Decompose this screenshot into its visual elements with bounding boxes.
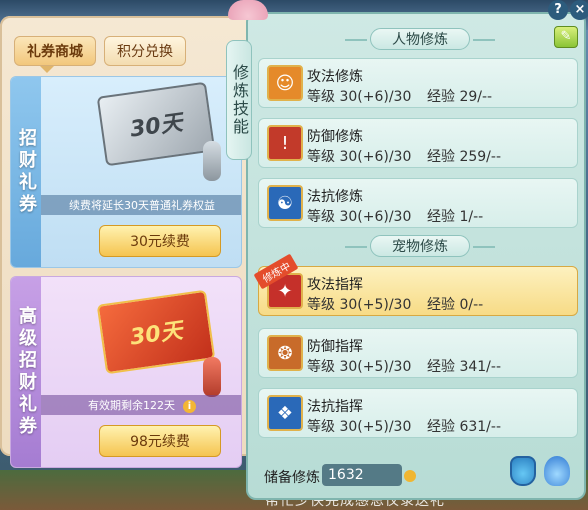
tassel-decoration [203,141,221,181]
defense-shield-icon: ! [267,125,303,161]
close-button[interactable]: × [570,0,588,20]
skill-name: 防御指挥 [307,339,363,355]
coupon-card-premium: 高级招财礼券 30天 有效期剩余122天 i 98元续费 [10,276,242,468]
tab-coupon-shop[interactable]: 礼券商城 [14,36,96,66]
skill-name: 法抗修炼 [307,189,363,205]
section-title-character: 人物修炼 [345,28,495,50]
gold-ticket-image: 30天 [96,289,216,375]
skill-level: 等级 30(+5)/30 [307,297,412,313]
skill-row[interactable]: ☯ 法抗修炼 等级 30(+6)/30 经验 1/-- [258,178,578,228]
renew-button[interactable]: 98元续费 [99,425,221,457]
pet-defense-icon: ❂ [267,335,303,371]
skill-row[interactable]: ✦ 修炼中 攻法指挥 等级 30(+5)/30 经验 0/-- [253,253,578,316]
potion-icon[interactable] [510,456,536,486]
card-side-title: 招财礼券 [16,128,37,216]
active-tab-indicator [40,66,54,73]
skill-name: 攻法修炼 [307,69,363,85]
tassel-decoration [203,357,221,397]
info-icon[interactable]: i [183,400,196,413]
cultivation-skills-tab[interactable]: 修炼技能 [226,40,252,160]
reserve-label: 储备修炼 [264,470,320,486]
reserve-value: 1632 [322,464,402,486]
card-note: 有效期剩余122天 i [41,395,241,415]
skill-exp: 经验 341/-- [427,359,501,375]
vertical-tab-label: 修炼技能 [230,64,249,136]
skill-exp: 经验 29/-- [427,89,493,105]
skill-name: 防御修炼 [307,129,363,145]
flame-icon[interactable] [544,456,570,486]
lock-icon[interactable] [404,470,416,482]
skill-level: 等级 30(+5)/30 [307,419,412,435]
skill-row[interactable]: ❂ 防御指挥 等级 30(+5)/30 经验 341/-- [258,328,578,378]
tab-points-exchange[interactable]: 积分兑换 [104,36,186,66]
skill-name: 法抗指挥 [307,399,363,415]
skill-row[interactable]: ☺ 攻法修炼 等级 30(+6)/30 经验 29/-- [258,58,578,108]
shop-tabs: 礼券商城 积分兑换 [14,36,186,66]
skill-level: 等级 30(+6)/30 [307,149,412,165]
skill-level: 等级 30(+6)/30 [307,209,412,225]
card-side-banner: 高级招财礼券 [11,277,41,467]
coupon-card-basic: 招财礼券 30天 续费将延长30天普通礼券权益 30元续费 [10,76,242,268]
skill-exp: 经验 0/-- [427,297,484,313]
skill-row[interactable]: ! 防御修炼 等级 30(+6)/30 经验 259/-- [258,118,578,168]
pet-resist-icon: ❖ [267,395,303,431]
edit-icon[interactable]: ✎ [554,26,578,48]
gift-coupon-shop-panel: 礼券商城 积分兑换 招财礼券 30天 续费将延长30天普通礼券权益 30元续费 … [0,16,250,468]
lotus-ornament-icon [228,0,268,20]
card-note-text: 有效期剩余122天 [88,399,175,412]
skill-level: 等级 30(+6)/30 [307,89,412,105]
skill-level: 等级 30(+5)/30 [307,359,412,375]
card-note: 续费将延长30天普通礼券权益 [41,195,241,215]
skill-exp: 经验 259/-- [427,149,501,165]
card-side-title: 高级招财礼券 [16,306,37,438]
skill-exp: 经验 1/-- [427,209,484,225]
skill-exp: 经验 631/-- [427,419,501,435]
skill-name: 攻法指挥 [307,277,363,293]
silver-ticket-image: 30天 [96,81,216,167]
section-title-pet: 宠物修炼 [345,235,495,257]
skill-row[interactable]: ❖ 法抗指挥 等级 30(+5)/30 经验 631/-- [258,388,578,438]
attack-magic-icon: ☺ [267,65,303,101]
resist-taiji-icon: ☯ [267,185,303,221]
card-side-banner: 招财礼券 [11,77,41,267]
renew-button[interactable]: 30元续费 [99,225,221,257]
help-button[interactable]: ? [548,0,568,20]
